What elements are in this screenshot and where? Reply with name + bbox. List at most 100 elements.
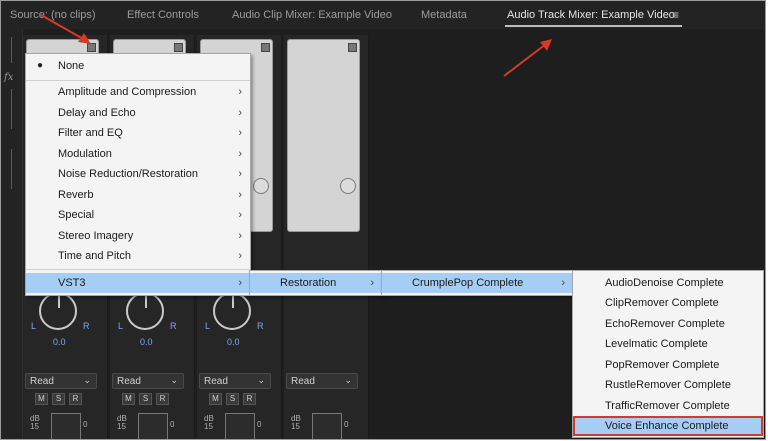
tab-metadata[interactable]: Metadata bbox=[421, 9, 467, 21]
volume-fader[interactable] bbox=[51, 413, 81, 439]
pan-right-label: R bbox=[83, 321, 90, 331]
hamburger-icon[interactable]: ≡ bbox=[672, 8, 679, 22]
solo-button[interactable]: S bbox=[52, 393, 65, 405]
chevron-right-icon: › bbox=[238, 277, 242, 289]
pan-value[interactable]: 0.0 bbox=[53, 337, 66, 347]
menu-item-modulation[interactable]: Modulation › bbox=[26, 144, 250, 164]
automation-mode-value: Read bbox=[30, 376, 54, 387]
chevron-right-icon: › bbox=[238, 127, 242, 139]
menu-item-clipremover-complete[interactable]: ClipRemover Complete bbox=[573, 293, 763, 313]
active-tab-indicator bbox=[505, 25, 682, 27]
automation-mode-value: Read bbox=[204, 376, 228, 387]
record-button[interactable]: R bbox=[156, 393, 169, 405]
chevron-right-icon: › bbox=[238, 148, 242, 160]
volume-fader[interactable] bbox=[312, 413, 342, 439]
menu-item-time-and-pitch[interactable]: Time and Pitch › bbox=[26, 246, 250, 266]
db-scale: dB 15 bbox=[117, 414, 127, 431]
pan-right-label: R bbox=[170, 321, 177, 331]
pan-value[interactable]: 0.0 bbox=[227, 337, 240, 347]
send-knob[interactable] bbox=[253, 178, 269, 194]
solo-button[interactable]: S bbox=[139, 393, 152, 405]
crumplepop-submenu: AudioDenoise Complete ClipRemover Comple… bbox=[572, 270, 764, 438]
db-scale: dB 15 bbox=[30, 414, 40, 431]
menu-separator bbox=[26, 269, 250, 270]
pan-value[interactable]: 0.0 bbox=[140, 337, 153, 347]
mute-button[interactable]: M bbox=[35, 393, 48, 405]
effects-dropdown-button[interactable] bbox=[348, 43, 357, 52]
automation-mode-select[interactable]: Read ⌄ bbox=[112, 373, 184, 389]
menu-item-rustleremover-complete[interactable]: RustleRemover Complete bbox=[573, 375, 763, 395]
vst3-submenu: Restoration › bbox=[249, 270, 383, 296]
menu-item-delay-and-echo[interactable]: Delay and Echo › bbox=[26, 103, 250, 123]
automation-mode-select[interactable]: Read ⌄ bbox=[199, 373, 271, 389]
chevron-down-icon: ⌄ bbox=[83, 375, 91, 385]
chevron-right-icon: › bbox=[238, 230, 242, 242]
tab-effect-controls[interactable]: Effect Controls bbox=[127, 9, 199, 21]
record-button[interactable]: R bbox=[69, 393, 82, 405]
selected-bullet-icon: ● bbox=[37, 60, 44, 71]
menu-item-special[interactable]: Special › bbox=[26, 205, 250, 225]
menu-item-audiodenoise-complete[interactable]: AudioDenoise Complete bbox=[573, 273, 763, 293]
menu-item-amplitude-and-compression[interactable]: Amplitude and Compression › bbox=[26, 82, 250, 102]
mixer-channel-4: Read ⌄ dB 15 0 bbox=[284, 35, 369, 439]
menu-item-echoremover-complete[interactable]: EchoRemover Complete bbox=[573, 314, 763, 334]
menu-item-vst3[interactable]: VST3 › bbox=[26, 273, 250, 293]
solo-button[interactable]: S bbox=[226, 393, 239, 405]
pan-knob[interactable] bbox=[39, 292, 77, 330]
mute-button[interactable]: M bbox=[209, 393, 222, 405]
db-scale: dB 15 bbox=[204, 414, 214, 431]
effects-slot-box[interactable] bbox=[287, 39, 360, 232]
menu-item-stereo-imagery[interactable]: Stereo Imagery › bbox=[26, 226, 250, 246]
record-button[interactable]: R bbox=[243, 393, 256, 405]
automation-mode-value: Read bbox=[291, 376, 315, 387]
fader-zero-label: 0 bbox=[344, 420, 349, 429]
fx-label: fx bbox=[4, 72, 14, 83]
menu-item-noise-reduction-restoration[interactable]: Noise Reduction/Restoration › bbox=[26, 164, 250, 184]
menu-item-levelmatic-complete[interactable]: Levelmatic Complete bbox=[573, 334, 763, 354]
send-knob[interactable] bbox=[340, 178, 356, 194]
menu-item-none[interactable]: ● None bbox=[26, 56, 250, 76]
automation-mode-value: Read bbox=[117, 376, 141, 387]
pan-knob[interactable] bbox=[126, 292, 164, 330]
divider bbox=[11, 37, 12, 63]
automation-mode-select[interactable]: Read ⌄ bbox=[25, 373, 97, 389]
effects-dropdown-button[interactable] bbox=[261, 43, 270, 52]
menu-item-crumplepop-complete[interactable]: CrumplePop Complete › bbox=[382, 273, 573, 293]
effects-dropdown-button[interactable] bbox=[174, 43, 183, 52]
chevron-right-icon: › bbox=[238, 250, 242, 262]
mute-button[interactable]: M bbox=[122, 393, 135, 405]
effects-dropdown-button[interactable] bbox=[87, 43, 96, 52]
divider bbox=[11, 149, 12, 189]
menu-item-restoration[interactable]: Restoration › bbox=[250, 273, 382, 293]
effects-rack-sidebar: fx bbox=[1, 29, 23, 439]
volume-fader[interactable] bbox=[138, 413, 168, 439]
chevron-right-icon: › bbox=[238, 209, 242, 221]
panel-tab-bar: Source: (no clips) Effect Controls Audio… bbox=[1, 1, 765, 29]
chevron-down-icon: ⌄ bbox=[170, 375, 178, 385]
tab-audio-clip-mixer[interactable]: Audio Clip Mixer: Example Video bbox=[232, 9, 392, 21]
volume-fader[interactable] bbox=[225, 413, 255, 439]
menu-item-filter-and-eq[interactable]: Filter and EQ › bbox=[26, 123, 250, 143]
menu-item-popremover-complete[interactable]: PopRemover Complete bbox=[573, 355, 763, 375]
chevron-right-icon: › bbox=[238, 107, 242, 119]
menu-item-reverb[interactable]: Reverb › bbox=[26, 185, 250, 205]
pan-left-label: L bbox=[118, 321, 124, 331]
automation-mode-select[interactable]: Read ⌄ bbox=[286, 373, 358, 389]
chevron-right-icon: › bbox=[561, 277, 565, 289]
tab-audio-track-mixer[interactable]: Audio Track Mixer: Example Video bbox=[507, 9, 675, 21]
pan-left-label: L bbox=[205, 321, 211, 331]
fader-zero-label: 0 bbox=[83, 420, 88, 429]
db-scale: dB 15 bbox=[291, 414, 301, 431]
fader-zero-label: 0 bbox=[257, 420, 262, 429]
menu-item-trafficremover-complete[interactable]: TrafficRemover Complete bbox=[573, 396, 763, 416]
pan-knob[interactable] bbox=[213, 292, 251, 330]
chevron-right-icon: › bbox=[238, 189, 242, 201]
pan-right-label: R bbox=[257, 321, 264, 331]
audio-track-mixer-window: Source: (no clips) Effect Controls Audio… bbox=[0, 0, 766, 440]
fader-zero-label: 0 bbox=[170, 420, 175, 429]
pan-left-label: L bbox=[31, 321, 37, 331]
tab-source[interactable]: Source: (no clips) bbox=[10, 9, 96, 21]
chevron-down-icon: ⌄ bbox=[344, 375, 352, 385]
chevron-down-icon: ⌄ bbox=[257, 375, 265, 385]
menu-item-voice-enhance-complete[interactable]: Voice Enhance Complete bbox=[573, 416, 763, 436]
